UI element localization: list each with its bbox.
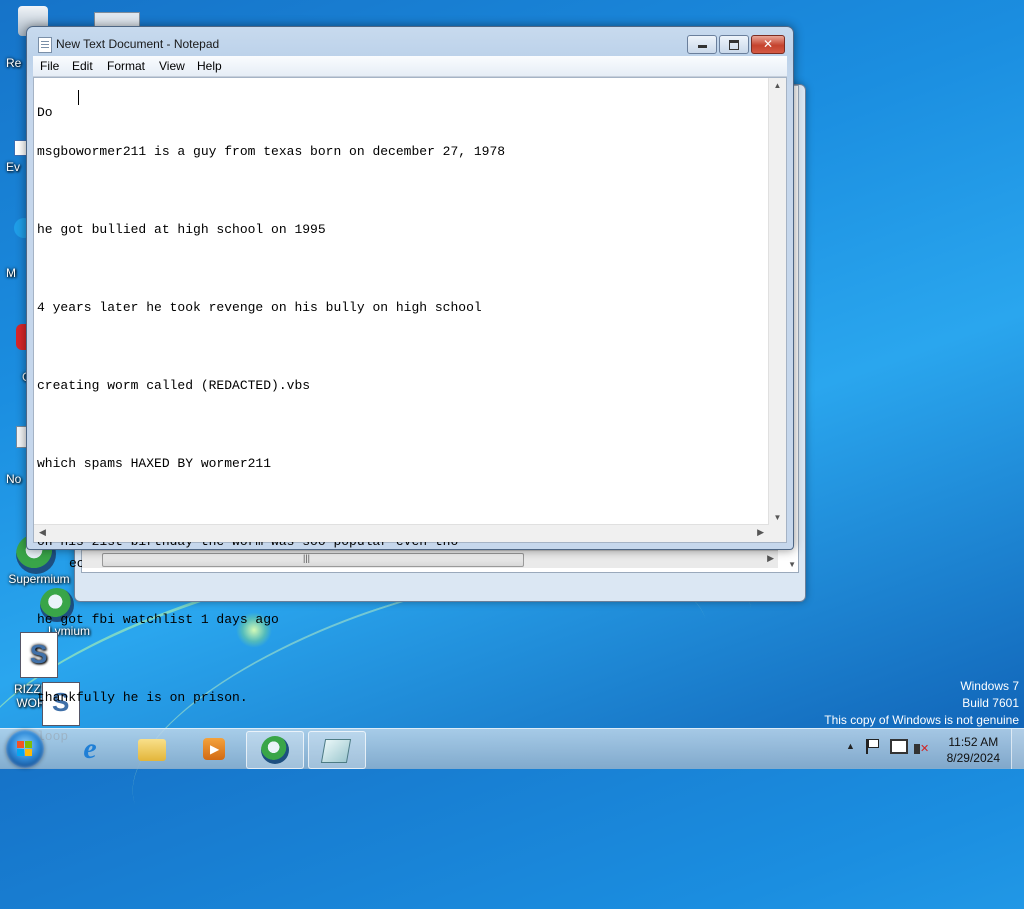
scroll-right-arrow-icon[interactable]: ▶	[757, 527, 764, 538]
maximize-button[interactable]	[719, 35, 749, 54]
action-center-flag-icon[interactable]	[866, 739, 879, 754]
text-line: he got bullied at high school on 1995	[37, 222, 326, 237]
system-clock[interactable]: 11:52 AM 8/29/2024	[947, 734, 1000, 766]
show-hidden-icons-button[interactable]: ▲	[846, 741, 855, 751]
logo-segment	[17, 741, 24, 748]
menu-view[interactable]: View	[159, 59, 185, 73]
play-glyph: ▶	[210, 742, 220, 756]
text-line: 4 years later he took revenge on his bul…	[37, 300, 482, 315]
notepad-icon	[320, 739, 352, 763]
supermium-icon	[261, 736, 289, 764]
menu-bar: File Edit Format View Help	[33, 56, 787, 77]
text-line	[37, 184, 762, 197]
logo-segment	[17, 749, 24, 756]
text-line	[37, 496, 762, 509]
internet-explorer-icon: e	[83, 732, 97, 765]
start-button[interactable]	[6, 730, 44, 768]
show-desktop-button[interactable]	[1011, 729, 1024, 769]
scrollbar-corner	[769, 525, 786, 542]
close-button[interactable]: ✕	[751, 35, 785, 54]
menu-format[interactable]: Format	[107, 59, 145, 73]
taskbar-internet-explorer[interactable]: e	[62, 731, 118, 767]
notepad-icon	[38, 37, 52, 53]
text-caret	[78, 90, 79, 105]
text-line	[37, 340, 762, 353]
menu-help[interactable]: Help	[197, 59, 222, 73]
clock-time: 11:52 AM	[948, 735, 999, 749]
scroll-up-arrow-icon[interactable]: ▲	[769, 81, 786, 90]
logo-segment	[25, 749, 32, 756]
scroll-left-arrow-icon[interactable]: ◀	[39, 527, 46, 538]
taskbar-windows-explorer[interactable]	[124, 731, 180, 767]
background-vscroll-down[interactable]: ▼	[788, 560, 796, 569]
taskbar: e ▶ ▲ ✕ 11:52 AM 8/29/2024	[0, 728, 1024, 769]
watermark-line: Windows 7	[960, 679, 1019, 693]
media-player-icon: ▶	[203, 738, 225, 760]
editor-text[interactable]: Do msgbowormer211 is a guy from texas bo…	[37, 80, 762, 769]
logo-segment	[25, 741, 32, 748]
minimize-button[interactable]	[687, 35, 717, 54]
horizontal-scrollbar[interactable]: ◀ ▶	[34, 524, 769, 542]
maximize-icon	[720, 36, 748, 56]
taskbar-notepad[interactable]	[308, 731, 366, 769]
flag-cloth	[868, 739, 879, 748]
taskbar-media-player[interactable]: ▶	[186, 731, 242, 767]
text-line	[37, 652, 762, 665]
close-icon: ✕	[762, 37, 774, 51]
mute-x: ✕	[920, 743, 930, 756]
network-monitor	[890, 739, 908, 754]
menu-edit[interactable]: Edit	[72, 59, 93, 73]
minimize-icon	[688, 36, 716, 54]
title-bar[interactable]: New Text Document - Notepad ✕	[27, 27, 793, 57]
notepad-window[interactable]: New Text Document - Notepad ✕ File Edit …	[26, 26, 794, 743]
clock-date: 8/29/2024	[946, 751, 1000, 765]
text-line: msgbowormer211 is a guy from texas born …	[37, 144, 506, 159]
windows-watermark: Windows 7 Build 7601 This copy of Window…	[824, 678, 1019, 729]
vertical-scrollbar[interactable]: ▲ ▼	[768, 78, 786, 525]
text-line: which spams HAXED BY wormer211	[37, 456, 272, 471]
menu-file[interactable]: File	[40, 59, 59, 73]
text-line: he got fbi watchlist 1 days ago	[37, 612, 279, 627]
text-line: Do	[37, 105, 53, 120]
scroll-right-arrow-icon[interactable]: ▶	[767, 553, 774, 564]
folder-icon	[138, 739, 166, 761]
watermark-line: Build 7601	[962, 696, 1019, 710]
text-line	[37, 262, 762, 275]
taskbar-supermium[interactable]	[246, 731, 304, 769]
volume-muted-icon[interactable]: ✕	[914, 740, 929, 755]
text-line: creating worm called (REDACTED).vbs	[37, 378, 311, 393]
window-title: New Text Document - Notepad	[56, 37, 220, 51]
scroll-down-arrow-icon[interactable]: ▼	[769, 513, 786, 522]
text-editor[interactable]: Do msgbowormer211 is a guy from texas bo…	[33, 77, 787, 743]
text-line	[37, 574, 762, 587]
windows-logo-icon	[17, 741, 33, 757]
text-line: thankfully he is on prison.	[37, 690, 248, 705]
watermark-line: This copy of Windows is not genuine	[824, 713, 1019, 727]
network-icon[interactable]	[890, 739, 908, 757]
text-line	[37, 418, 762, 431]
